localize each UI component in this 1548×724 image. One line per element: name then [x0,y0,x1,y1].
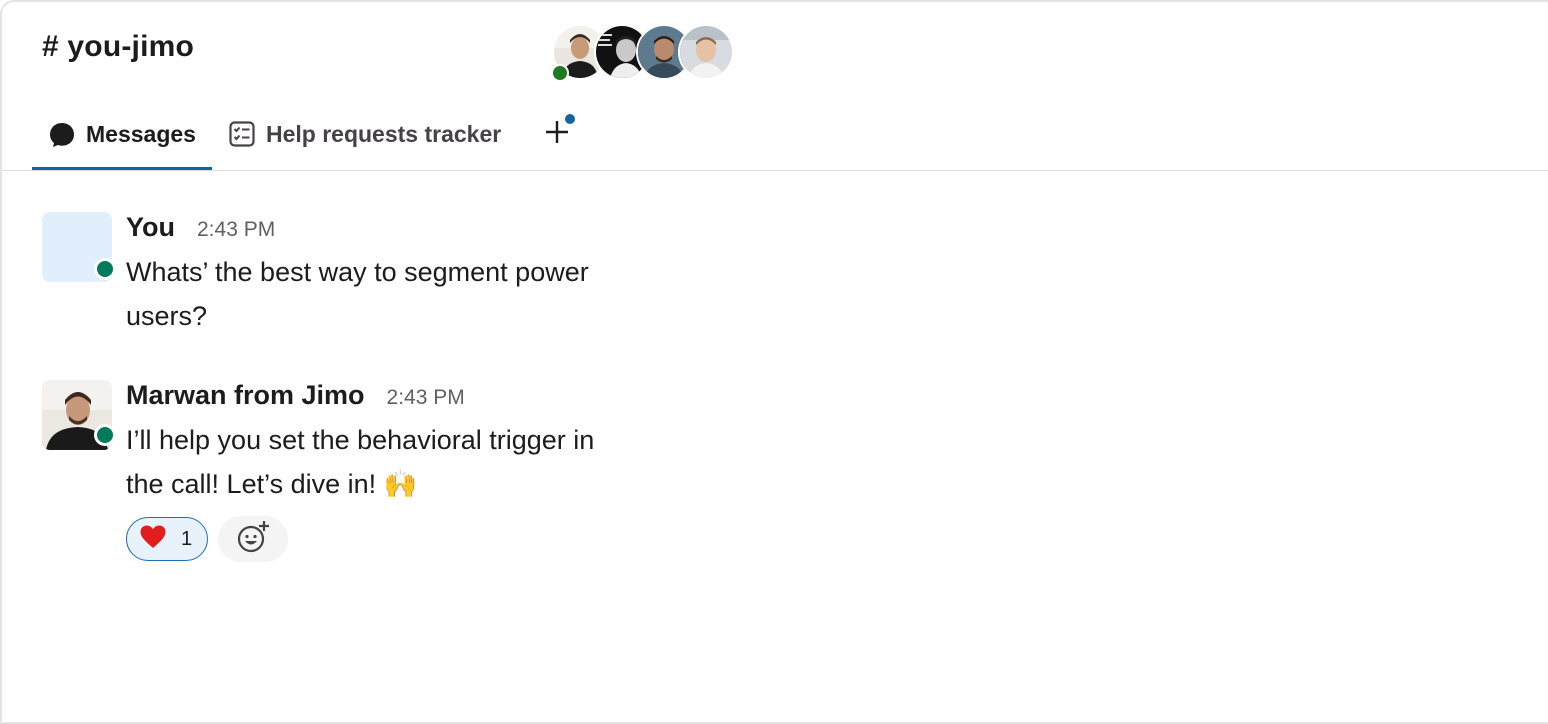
message-line: Whats’ the best way to segment power [126,257,589,287]
avatar[interactable] [42,212,116,282]
channel-header: # you-jimo Messages Help requests tracke… [2,2,1548,171]
message-header: Marwan from Jimo 2:43 PM [126,380,686,416]
message-text: I’ll help you set the behavioral trigger… [126,418,686,506]
avatar[interactable] [42,380,116,450]
add-tab-button[interactable] [537,102,577,166]
notification-dot [565,114,576,124]
reaction-heart[interactable]: 1 [126,517,208,561]
member-online-indicator [551,64,569,82]
channel-tabs: Messages Help requests tracker [32,102,577,170]
heart-icon [139,524,167,555]
tab-messages[interactable]: Messages [32,102,212,170]
message-bubble-icon [48,121,76,149]
member-avatar[interactable] [678,24,734,80]
message-header: You 2:43 PM [126,212,686,248]
message-timestamp[interactable]: 2:43 PM [387,386,465,410]
presence-indicator [94,258,116,280]
tab-help-requests-tracker[interactable]: Help requests tracker [212,102,517,166]
message-line: I’ll help you set the behavioral trigger… [126,425,595,455]
message-timestamp[interactable]: 2:43 PM [197,218,275,242]
message-line: users? [126,301,208,331]
message-body: Marwan from Jimo 2:43 PM I’ll help you s… [126,380,686,562]
channel-title[interactable]: # you-jimo [42,30,194,64]
tab-label: Help requests tracker [265,120,502,147]
message-text: Whats’ the best way to segment power use… [126,250,686,338]
add-reaction-button[interactable] [218,516,288,562]
presence-indicator [94,424,116,446]
member-avatar-stack[interactable] [552,24,734,82]
checklist-icon [228,120,256,148]
author-name[interactable]: You [126,212,175,243]
message-list: You 2:43 PM Whats’ the best way to segme… [2,172,1548,722]
message-line: the call! Let’s dive in! 🙌 [126,469,418,499]
reaction-bar: 1 [126,516,686,562]
author-name[interactable]: Marwan from Jimo [126,380,365,411]
channel-window: # you-jimo Messages Help requests tracke… [0,0,1548,724]
add-emoji-icon [236,520,270,559]
tab-label: Messages [86,121,196,147]
message-body: You 2:43 PM Whats’ the best way to segme… [126,212,686,338]
reaction-count: 1 [181,527,193,550]
